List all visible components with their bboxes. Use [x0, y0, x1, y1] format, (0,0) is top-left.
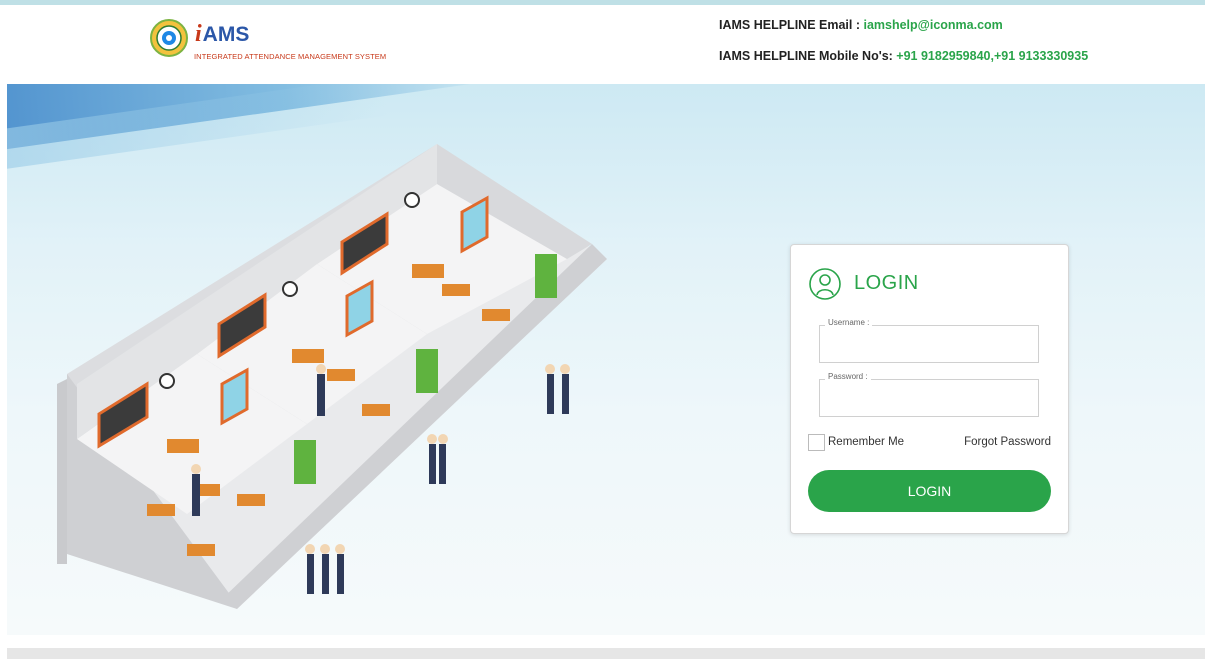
classroom-illustration [57, 144, 607, 609]
helpline-email-label: IAMS HELPLINE Email : [719, 18, 864, 32]
password-label: Password : [825, 372, 871, 381]
helpline-mobile: IAMS HELPLINE Mobile No's: +91 918295984… [719, 49, 1088, 63]
hero-banner: LOGIN Username : Password : Remember Me … [7, 84, 1205, 635]
forgot-password-link[interactable]: Forgot Password [964, 436, 1051, 448]
remember-me-label[interactable]: Remember Me [828, 436, 904, 448]
helpline-mobile-label: IAMS HELPLINE Mobile No's: [719, 49, 897, 63]
helpline-email-value[interactable]: iamshelp@iconma.com [863, 18, 1002, 32]
footer-strip [7, 648, 1205, 659]
remember-me-checkbox[interactable] [808, 434, 825, 451]
username-label: Username : [825, 318, 873, 327]
brand-prefix: i [195, 21, 202, 47]
helpline-mobile-value: +91 9182959840,+91 9133330935 [896, 49, 1089, 63]
header: iAMS INTEGRATED ATTENDANCE MANAGEMENT SY… [0, 5, 1205, 81]
brand-suffix: AMS [202, 23, 250, 46]
brand-name: iAMS [195, 21, 249, 48]
login-card: LOGIN Username : Password : Remember Me … [790, 244, 1069, 534]
username-input[interactable] [820, 326, 1038, 362]
username-field[interactable] [819, 325, 1039, 363]
login-button[interactable]: LOGIN [808, 470, 1051, 512]
iams-logo[interactable]: iAMS INTEGRATED ATTENDANCE MANAGEMENT SY… [150, 19, 386, 69]
password-input[interactable] [820, 380, 1038, 416]
helpline-email: IAMS HELPLINE Email : iamshelp@iconma.co… [719, 18, 1003, 32]
password-field[interactable] [819, 379, 1039, 417]
brand-tagline: INTEGRATED ATTENDANCE MANAGEMENT SYSTEM [194, 52, 387, 61]
login-title: LOGIN [854, 272, 919, 294]
user-circle-icon [809, 268, 841, 300]
state-emblem-icon [150, 19, 188, 57]
